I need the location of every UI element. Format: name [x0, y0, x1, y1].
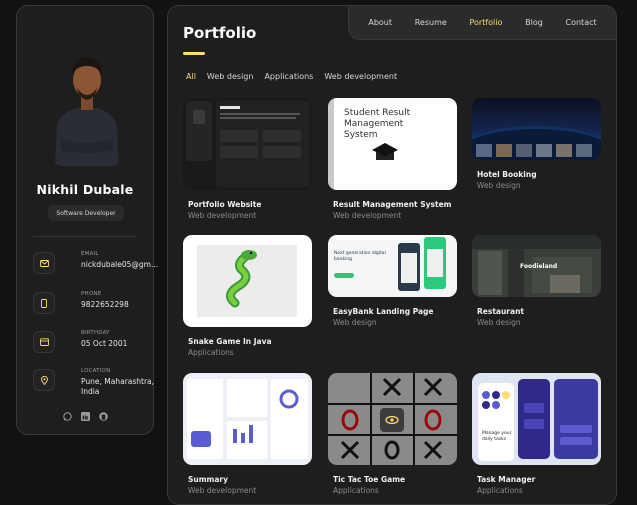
project-title: Result Management System	[333, 200, 452, 209]
calendar-icon	[33, 331, 55, 353]
avatar	[49, 42, 125, 166]
profile-name: Nikhil Dubale	[36, 182, 134, 197]
project-category: Web design	[477, 181, 521, 190]
project-title: Tic Tac Toe Game	[333, 475, 406, 484]
thumb-text: Next generation digital banking	[334, 251, 386, 262]
project-category: Web development	[188, 486, 257, 495]
nav-about[interactable]: About	[368, 18, 392, 27]
project-card[interactable]: Next generation digital banking EasyBank…	[328, 235, 457, 327]
project-title: Summary	[188, 475, 229, 484]
nav-resume[interactable]: Resume	[415, 18, 447, 27]
project-card[interactable]: Foodieland Restaurant Web design	[472, 235, 601, 327]
thumb-text: Manage your daily tasks	[482, 431, 512, 442]
project-card[interactable]: Manage your daily tasks Task Manager App…	[472, 373, 601, 495]
project-thumbnail[interactable]: Student Result Management System	[328, 98, 457, 190]
social-links	[17, 412, 153, 421]
project-thumbnail[interactable]: Foodieland	[472, 235, 601, 297]
mail-icon	[33, 252, 55, 274]
project-title: Hotel Booking	[477, 170, 537, 179]
project-title: Restaurant	[477, 307, 524, 316]
project-category: Web development	[333, 211, 402, 220]
whatsapp-icon[interactable]	[62, 412, 72, 421]
filter-applications[interactable]: Applications	[264, 72, 313, 81]
project-title: EasyBank Landing Page	[333, 307, 434, 316]
project-thumbnail[interactable]: Manage your daily tasks	[472, 373, 601, 465]
title-underline	[183, 52, 205, 55]
project-thumbnail[interactable]	[328, 373, 457, 465]
contact-phone: PHONE 9822652298	[33, 291, 143, 321]
nav-contact[interactable]: Contact	[566, 18, 597, 27]
project-thumbnail[interactable]	[183, 235, 312, 327]
role-badge: Software Developer	[48, 205, 124, 221]
nav-portfolio[interactable]: Portfolio	[469, 18, 502, 27]
project-card[interactable]: Tic Tac Toe Game Applications	[328, 373, 457, 495]
nav-blog[interactable]: Blog	[525, 18, 543, 27]
project-thumbnail[interactable]	[472, 98, 601, 160]
page-title: Portfolio	[183, 24, 257, 42]
project-category: Web design	[333, 318, 377, 327]
project-thumbnail[interactable]: Next generation digital banking	[328, 235, 457, 297]
project-category: Applications	[333, 486, 379, 495]
project-card[interactable]: Student Result Management System Result …	[328, 98, 457, 220]
filter-list: All Web design Applications Web developm…	[186, 72, 397, 81]
project-card[interactable]: Hotel Booking Web design	[472, 98, 601, 190]
navbar: About Resume Portfolio Blog Contact	[348, 6, 616, 40]
profile-sidebar: Nikhil Dubale Software Developer EMAIL n…	[16, 5, 158, 435]
project-category: Applications	[188, 348, 234, 357]
thumb-text: Student Result Management System	[344, 108, 411, 140]
github-icon[interactable]	[98, 412, 108, 421]
contact-location: LOCATION Pune, Maharashtra, India	[33, 368, 154, 398]
project-card[interactable]: Snake Game In Java Applications	[183, 235, 312, 357]
project-title: Portfolio Website	[188, 200, 262, 209]
project-title: Task Manager	[477, 475, 536, 484]
project-category: Applications	[477, 486, 523, 495]
portfolio-panel: About Resume Portfolio Blog Contact Port…	[167, 5, 617, 505]
contact-birthday: BIRTHDAY 05 Oct 2001	[33, 330, 143, 360]
project-category: Web design	[477, 318, 521, 327]
linkedin-icon[interactable]	[80, 412, 90, 421]
project-title: Snake Game In Java	[188, 337, 272, 346]
project-thumbnail[interactable]	[183, 373, 312, 465]
project-card[interactable]: Portfolio Website Web development	[183, 98, 312, 220]
project-category: Web development	[188, 211, 257, 220]
filter-web-design[interactable]: Web design	[207, 72, 254, 81]
contact-email: EMAIL nickdubale05@gm...	[33, 251, 158, 281]
project-card[interactable]: Summary Web development	[183, 373, 312, 495]
thumb-text: Foodieland	[520, 263, 558, 270]
divider	[33, 236, 137, 237]
phone-icon	[33, 292, 55, 314]
location-icon	[33, 369, 55, 391]
filter-all[interactable]: All	[186, 72, 196, 81]
filter-web-development[interactable]: Web development	[324, 72, 397, 81]
project-thumbnail[interactable]	[183, 98, 312, 190]
